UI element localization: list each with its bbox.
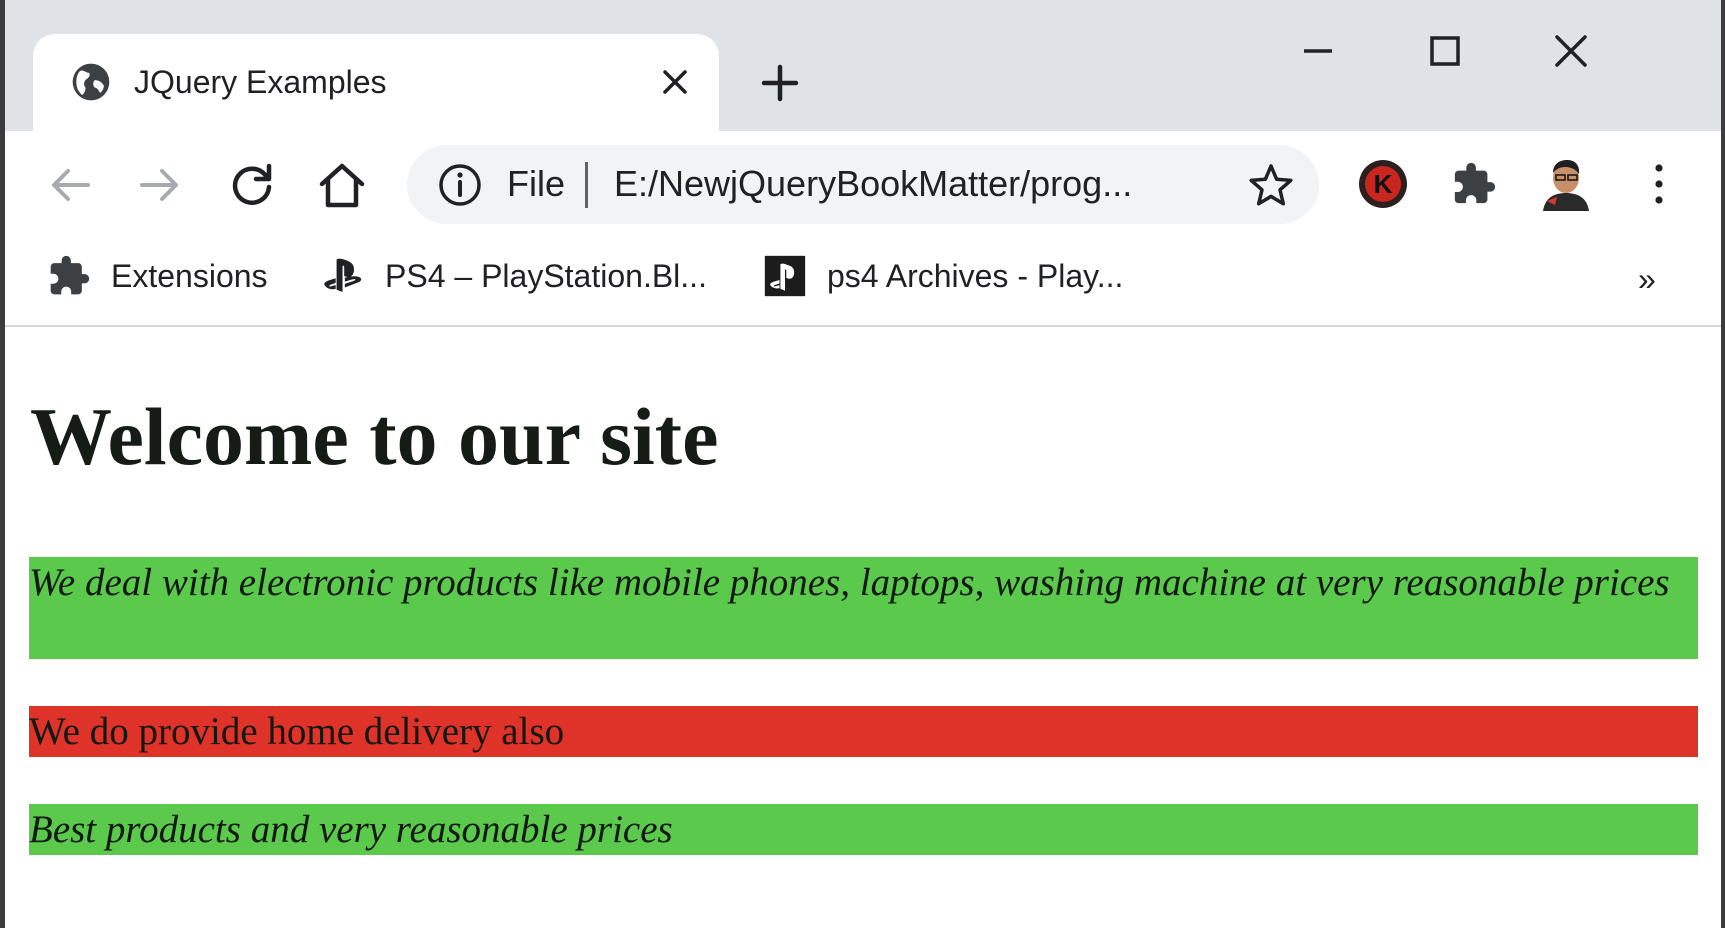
more-vert-icon[interactable] (1641, 159, 1677, 209)
k-extension-badge: K (1365, 166, 1401, 202)
close-icon (1555, 35, 1587, 67)
paragraph-green-italic: We deal with electronic products like mo… (29, 557, 1698, 659)
home-icon (319, 163, 365, 208)
reload-icon (232, 163, 272, 205)
tab-title: JQuery Examples (134, 64, 387, 100)
address-bar[interactable]: File E:/NewjQueryBookMatter/prog... (407, 145, 1319, 224)
address-separator (585, 162, 588, 208)
home-button[interactable] (312, 155, 372, 215)
bookmarks-bar: Extensions PS4 – PlayStation.Bl... ps4 A… (5, 237, 1721, 327)
tab-close-button[interactable] (653, 60, 697, 104)
address-url[interactable]: E:/NewjQueryBookMatter/prog... (614, 162, 1132, 206)
tab-jquery-examples[interactable]: JQuery Examples (33, 34, 719, 131)
browser-window: JQuery Examples File E:/NewjQueryBookMat… (0, 0, 1725, 928)
arrow-right-icon (140, 169, 178, 201)
star-icon[interactable] (1247, 161, 1295, 209)
arrow-left-icon (52, 169, 90, 201)
bookmark-extensions[interactable]: Extensions (47, 251, 268, 301)
tab-strip: JQuery Examples (5, 0, 1721, 131)
maximize-icon (1430, 36, 1460, 66)
new-tab-button[interactable] (755, 58, 805, 108)
profile-avatar[interactable] (1535, 153, 1597, 215)
forward-button[interactable] (130, 155, 190, 215)
bookmarks-overflow-button[interactable]: » (1638, 259, 1656, 299)
bookmark-label: ps4 Archives - Play... (827, 257, 1124, 294)
back-button[interactable] (40, 155, 100, 215)
bookmark-label: PS4 – PlayStation.Bl... (385, 257, 707, 294)
bookmark-ps4-archives[interactable]: ps4 Archives - Play... (763, 251, 1123, 301)
minimize-icon (1304, 49, 1332, 53)
page-content: Welcome to our site We deal with electro… (5, 327, 1721, 928)
browser-toolbar: File E:/NewjQueryBookMatter/prog... K (5, 131, 1721, 237)
minimize-button[interactable] (1290, 28, 1346, 74)
playstation-box-icon (764, 255, 806, 297)
info-icon[interactable] (437, 162, 483, 208)
page-heading: Welcome to our site (30, 391, 719, 482)
paragraph-green-italic-2: Best products and very reasonable prices (29, 804, 1698, 855)
puzzle-icon[interactable] (1451, 161, 1497, 207)
bookmark-ps4-playstation-blog[interactable]: PS4 – PlayStation.Bl... (321, 251, 707, 301)
paragraph-red: We do provide home delivery also (29, 706, 1698, 757)
globe-icon (72, 63, 110, 101)
address-scheme-label: File (507, 163, 566, 204)
window-close-button[interactable] (1543, 28, 1599, 74)
playstation-icon (324, 258, 362, 293)
puzzle-icon (50, 255, 90, 295)
plus-icon (761, 64, 799, 102)
reload-button[interactable] (222, 155, 282, 215)
maximize-button[interactable] (1417, 28, 1473, 74)
k-extension-icon[interactable]: K (1359, 160, 1407, 208)
window-frame-right (1721, 0, 1725, 928)
close-icon (663, 70, 687, 94)
bookmark-label: Extensions (111, 257, 268, 294)
